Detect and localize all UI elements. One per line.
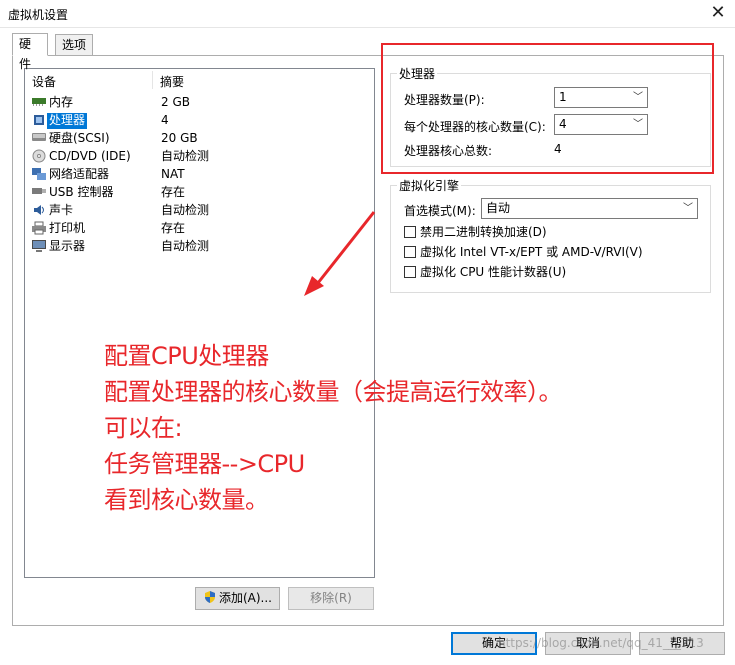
device-row-cd-dvd[interactable]: CD/DVD (IDE) 自动检测 <box>25 147 374 165</box>
annotation-line-1: 配置CPU处理器 <box>104 342 269 370</box>
harddisk-icon <box>31 131 47 145</box>
add-device-label: 添加(A)... <box>218 591 273 605</box>
device-name: 内存 <box>49 95 74 109</box>
option-label: 禁用二进制转换加速(D) <box>420 225 547 239</box>
device-name: 处理器 <box>47 113 88 129</box>
device-name: 硬盘(SCSI) <box>49 131 110 145</box>
option-label: 虚拟化 Intel VT-x/EPT 或 AMD-V/RVI(V) <box>420 245 643 259</box>
column-divider[interactable] <box>152 71 153 89</box>
device-row-harddisk[interactable]: 硬盘(SCSI) 20 GB <box>25 129 374 147</box>
preferred-mode-label: 首选模式(M): <box>404 204 476 218</box>
annotation-arrow <box>304 211 376 296</box>
device-summary: 自动检测 <box>161 203 210 217</box>
device-row-memory[interactable]: 内存 2 GB <box>25 93 374 111</box>
checkbox[interactable] <box>404 226 416 238</box>
remove-device-button[interactable]: 移除(R) <box>288 587 374 610</box>
device-summary: 4 <box>161 113 169 127</box>
device-name: 打印机 <box>49 221 86 235</box>
chevron-down-icon: ﹀ <box>683 203 693 214</box>
device-list-header: 设备 摘要 <box>25 69 374 91</box>
device-row-processor[interactable]: 处理器 4 <box>25 111 374 129</box>
window-title: 虚拟机设置 <box>8 8 69 22</box>
preferred-mode-select[interactable]: 自动 ﹀ <box>481 198 698 219</box>
preferred-mode-value: 自动 <box>486 201 511 215</box>
cd-dvd-icon <box>31 149 47 163</box>
option-label: 虚拟化 CPU 性能计数器(U) <box>420 265 567 279</box>
device-name: 声卡 <box>49 203 74 217</box>
usb-icon <box>31 185 47 199</box>
shield-icon <box>203 590 217 604</box>
close-icon[interactable]: ✕ <box>701 0 735 28</box>
highlight-box <box>381 43 714 174</box>
title-bar: 虚拟机设置 ✕ <box>0 0 735 28</box>
device-summary: 自动检测 <box>161 239 210 253</box>
device-summary: 存在 <box>161 185 186 199</box>
device-name: 网络适配器 <box>49 167 110 181</box>
device-summary: 20 GB <box>161 131 198 145</box>
display-icon <box>31 239 47 253</box>
annotation-line-2: 配置处理器的核心数量（会提高运行效率）。 <box>104 378 563 406</box>
device-summary: 自动检测 <box>161 149 210 163</box>
device-name: 显示器 <box>49 239 86 253</box>
sound-card-icon <box>31 203 47 217</box>
column-header-summary[interactable]: 摘要 <box>160 73 184 90</box>
checkbox[interactable] <box>404 266 416 278</box>
column-header-device[interactable]: 设备 <box>32 73 56 90</box>
processor-icon <box>31 113 47 127</box>
watermark: https://blog.csdn.net/qq_41___713 <box>498 636 704 650</box>
device-summary: NAT <box>161 167 185 181</box>
virtualization-group-title: 虚拟化引擎 <box>397 177 462 194</box>
tab-options[interactable]: 选项 <box>55 34 93 56</box>
device-summary: 2 GB <box>161 95 190 109</box>
device-row-usb[interactable]: USB 控制器 存在 <box>25 183 374 201</box>
memory-icon <box>31 95 47 109</box>
add-device-button[interactable]: 添加(A)... <box>195 587 280 610</box>
annotation-line-4: 任务管理器-->CPU <box>104 450 305 478</box>
network-adapter-icon <box>31 167 47 181</box>
checkbox[interactable] <box>404 246 416 258</box>
device-summary: 存在 <box>161 221 186 235</box>
device-name: CD/DVD (IDE) <box>49 149 131 163</box>
device-row-network-adapter[interactable]: 网络适配器 NAT <box>25 165 374 183</box>
annotation-line-5: 看到核心数量。 <box>104 486 269 514</box>
annotation-line-3: 可以在: <box>104 414 183 442</box>
device-name: USB 控制器 <box>49 185 114 199</box>
tab-hardware[interactable]: 硬件 <box>12 33 48 71</box>
printer-icon <box>31 221 47 235</box>
